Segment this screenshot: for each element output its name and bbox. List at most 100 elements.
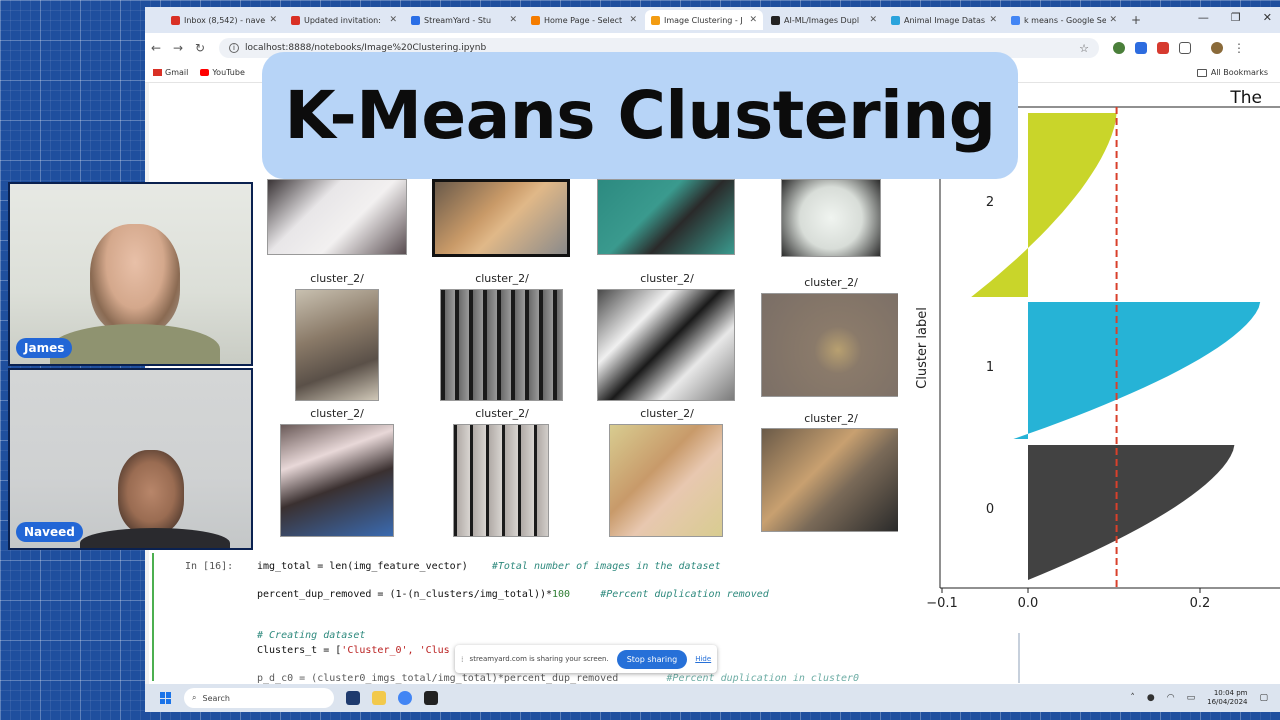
browser-tab-active[interactable]: Image Clustering - J ✕ [645, 10, 763, 30]
stop-sharing-button[interactable]: Stop sharing [616, 649, 688, 669]
back-icon[interactable]: ← [145, 41, 167, 55]
search-icon: ⌕ [192, 693, 197, 702]
cat-image [597, 289, 735, 401]
forward-icon[interactable]: → [167, 41, 189, 55]
cat-image [432, 179, 570, 257]
close-window-icon[interactable]: ✕ [1263, 11, 1272, 24]
webcam-naveed: Naveed [8, 368, 253, 550]
close-icon[interactable]: ✕ [989, 15, 997, 25]
hide-link[interactable]: Hide [695, 655, 711, 663]
window-controls: — ❐ ✕ [1198, 11, 1272, 24]
system-tray: ˄ ● ◠ ▭ 10:04 pm 16/04/2024 ▢ [1130, 689, 1268, 707]
close-icon[interactable]: ✕ [269, 15, 277, 25]
image-caption: cluster_2/ [640, 272, 694, 285]
shield-icon[interactable] [1135, 42, 1147, 54]
microphone-icon[interactable]: ● [1147, 693, 1155, 703]
star-icon[interactable]: ☆ [1079, 42, 1089, 55]
x-tick-label: 0.0 [1018, 596, 1039, 611]
image-caption: cluster_2/ [310, 272, 364, 285]
profile-avatar[interactable] [1211, 42, 1223, 54]
chevron-up-icon[interactable]: ˄ [1130, 693, 1135, 703]
code-line: # Creating dataset [257, 630, 366, 641]
code-line: p_d_c0 = (cluster0_imgs_total/img_total)… [257, 673, 860, 684]
image-caption: cluster_2/ [804, 276, 858, 289]
browser-tab[interactable]: Animal Image Datas ✕ [885, 10, 1003, 30]
close-icon[interactable]: ✕ [389, 15, 397, 25]
bookmark-youtube[interactable]: YouTube [200, 68, 245, 77]
drag-handle-icon[interactable]: ⁞ [461, 655, 464, 664]
windows-start-icon[interactable] [160, 692, 172, 704]
taskbar-search[interactable]: ⌕ Search [184, 688, 334, 708]
y-axis-label: Cluster label [915, 307, 930, 389]
browser-tab[interactable]: k means - Google Se ✕ [1005, 10, 1123, 30]
chrome-icon[interactable] [398, 691, 412, 705]
taskbar: ⌕ Search ˄ ● ◠ ▭ 10:04 pm 16/04/2024 ▢ [145, 684, 1280, 712]
participant-name: James [16, 338, 73, 358]
close-icon[interactable]: ✕ [1109, 15, 1117, 25]
cell-selection-bar [152, 553, 154, 681]
silhouette-band-0 [1028, 445, 1235, 580]
participant-figure [118, 450, 184, 534]
folder-icon [1196, 68, 1207, 77]
close-icon[interactable]: ✕ [509, 15, 517, 25]
participant-figure [90, 224, 180, 334]
cat-image [781, 179, 881, 257]
battery-icon[interactable]: ▭ [1187, 693, 1196, 703]
home-page-icon [531, 15, 540, 25]
x-tick-label: −0.1 [926, 596, 958, 611]
cell-prompt: In [16]: [185, 561, 234, 572]
browser-tab[interactable]: Updated invitation: ✕ [285, 10, 403, 30]
browser-tab[interactable]: StreamYard - Stu ✕ [405, 10, 523, 30]
cluster-label: 1 [986, 360, 994, 375]
image-caption: cluster_2/ [804, 412, 858, 425]
terminal-icon[interactable] [424, 691, 438, 705]
chart-title: The [1229, 88, 1262, 108]
jupyter-icon [651, 15, 660, 25]
browser-tab[interactable]: AI-ML/Images Dupl ✕ [765, 10, 883, 30]
tab-bar: Inbox (8,542) - nave ✕ Updated invitation… [145, 7, 1280, 33]
close-icon[interactable]: ✕ [749, 15, 757, 25]
google-icon [1011, 15, 1020, 25]
gmail-icon [153, 69, 162, 76]
file-explorer-icon[interactable] [372, 691, 386, 705]
github-icon [771, 15, 780, 25]
bookmark-gmail[interactable]: Gmail [153, 68, 188, 77]
new-tab-button[interactable]: + [1131, 13, 1141, 27]
minimize-icon[interactable]: — [1198, 11, 1209, 24]
cat-image [440, 289, 563, 401]
extensions: ⋮ [1113, 41, 1245, 55]
puzzle-icon[interactable] [1179, 42, 1191, 54]
all-bookmarks[interactable]: All Bookmarks [1196, 68, 1268, 77]
banner-title: K-Means Clustering [284, 77, 996, 154]
browser-tab[interactable]: Inbox (8,542) - nave ✕ [165, 10, 283, 30]
close-icon[interactable]: ✕ [629, 15, 637, 25]
youtube-icon [200, 69, 210, 76]
browser-tab[interactable]: Home Page - Select ✕ [525, 10, 643, 30]
cat-image [453, 424, 549, 537]
cat-image [609, 424, 723, 537]
cat-image [295, 289, 379, 401]
cat-image [761, 293, 901, 397]
cat-image [597, 179, 735, 255]
close-icon[interactable]: ✕ [869, 15, 877, 25]
reload-icon[interactable]: ↻ [189, 41, 211, 55]
pdf-icon[interactable] [1157, 42, 1169, 54]
notification-icon[interactable]: ▢ [1259, 693, 1268, 703]
task-view-icon[interactable] [346, 691, 360, 705]
restore-icon[interactable]: ❐ [1231, 11, 1241, 24]
site-info-icon[interactable]: i [229, 43, 239, 53]
menu-icon[interactable]: ⋮ [1233, 41, 1245, 55]
clock[interactable]: 10:04 pm 16/04/2024 [1207, 689, 1247, 707]
webcam-james: James [8, 182, 253, 366]
screen-share-bar: ⁞ streamyard.com is sharing your screen.… [455, 645, 717, 673]
extension-icon[interactable] [1113, 42, 1125, 54]
streamyard-icon [411, 15, 420, 25]
x-tick-label: 0.2 [1190, 596, 1211, 611]
title-banner: K-Means Clustering [262, 52, 1018, 179]
cat-image [267, 179, 407, 255]
participant-shirt [50, 324, 220, 364]
share-message: streamyard.com is sharing your screen. [469, 655, 609, 663]
wifi-icon[interactable]: ◠ [1167, 693, 1175, 703]
participant-name: Naveed [16, 522, 83, 542]
image-caption: cluster_2/ [475, 272, 529, 285]
